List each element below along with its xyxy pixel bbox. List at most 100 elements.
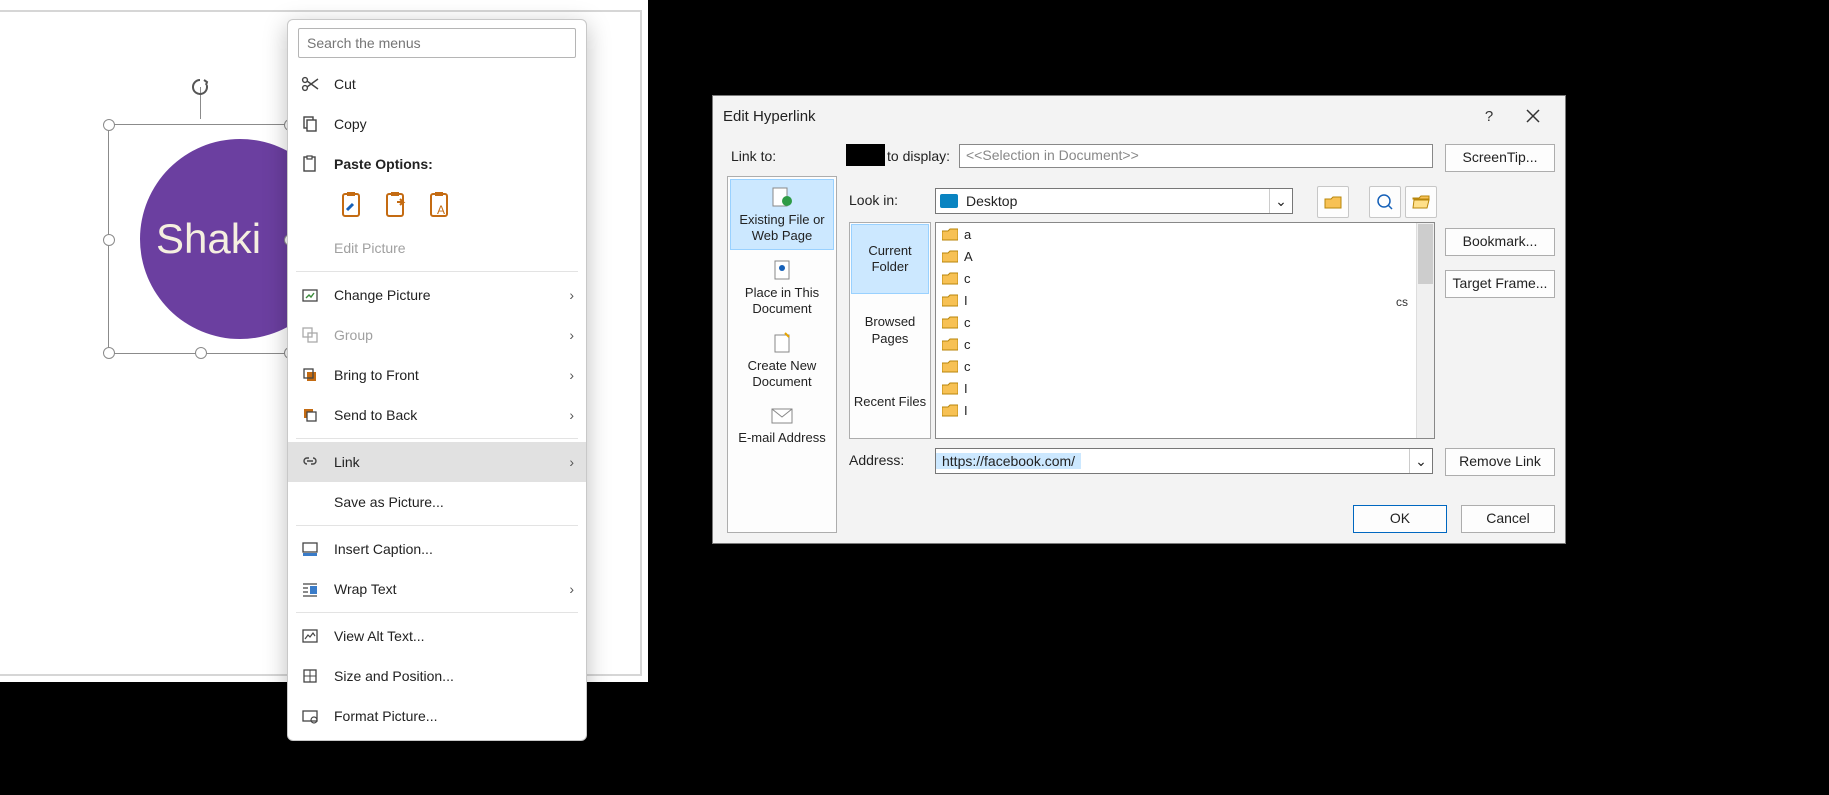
dialog-titlebar: Edit Hyperlink ? [713, 96, 1565, 136]
list-item[interactable]: I [936, 289, 1434, 311]
list-item[interactable]: a [936, 223, 1434, 245]
paste-merge-icon[interactable] [380, 191, 410, 221]
clipboard-icon [300, 154, 320, 174]
envelope-icon [770, 406, 794, 426]
address-input[interactable]: https://facebook.com/ ⌄ [935, 448, 1433, 474]
address-label: Address: [849, 452, 904, 468]
folder-icon [942, 294, 958, 307]
dialog-title: Edit Hyperlink [723, 108, 816, 125]
change-picture-icon [300, 285, 320, 305]
copy-icon [300, 114, 320, 134]
link-to-label: Link to: [731, 148, 776, 164]
close-button[interactable] [1511, 96, 1555, 136]
subtab-recent-files[interactable]: Recent Files [851, 367, 929, 437]
linkto-create-new[interactable]: Create New Document [730, 325, 834, 396]
menu-change-picture[interactable]: Change Picture › [288, 275, 586, 315]
browse-web-button[interactable] [1369, 186, 1401, 218]
browse-subtabs: Current Folder Browsed Pages Recent File… [849, 222, 931, 439]
menu-label: Wrap Text [334, 581, 555, 597]
context-menu: Cut Copy Paste Options: A Edit Picture C… [287, 19, 587, 741]
menu-size-position[interactable]: Size and Position... [288, 656, 586, 696]
resize-handle[interactable] [103, 347, 115, 359]
menu-view-alt-text[interactable]: View Alt Text... [288, 616, 586, 656]
subtab-current-folder[interactable]: Current Folder [851, 224, 929, 294]
blank-icon [300, 238, 320, 258]
menu-send-to-back[interactable]: Send to Back › [288, 395, 586, 435]
separator [296, 271, 578, 272]
link-to-panel: Existing File or Web Page Place in This … [727, 176, 837, 533]
chevron-down-icon[interactable]: ⌄ [1409, 449, 1432, 473]
list-item[interactable]: c [936, 311, 1434, 333]
rotate-handle-icon[interactable] [190, 77, 210, 97]
menu-label: Edit Picture [334, 240, 574, 256]
menu-label: Group [334, 327, 555, 343]
folder-up-icon [1324, 194, 1342, 210]
up-folder-button[interactable] [1317, 186, 1349, 218]
folder-icon [942, 250, 958, 263]
folder-icon [942, 338, 958, 351]
menu-wrap-text[interactable]: Wrap Text › [288, 569, 586, 609]
chevron-right-icon: › [569, 327, 574, 343]
file-list[interactable]: a A c I c c c I I cs [935, 222, 1435, 439]
alt-text-icon [300, 626, 320, 646]
menu-format-picture[interactable]: Format Picture... [288, 696, 586, 736]
scrollbar-thumb[interactable] [1418, 224, 1433, 284]
menu-insert-caption[interactable]: Insert Caption... [288, 529, 586, 569]
screentip-button[interactable]: ScreenTip... [1445, 144, 1555, 172]
menu-label: Copy [334, 116, 367, 132]
text-to-display-input[interactable]: <<Selection in Document>> [959, 144, 1433, 168]
list-item[interactable]: I [936, 377, 1434, 399]
folder-icon [942, 316, 958, 329]
scrollbar[interactable] [1416, 223, 1434, 438]
linkto-label: Existing File or Web Page [733, 212, 831, 243]
look-in-combo[interactable]: Desktop ⌄ [935, 188, 1293, 214]
overflow-text: cs [1396, 295, 1408, 309]
target-frame-button[interactable]: Target Frame... [1445, 270, 1555, 298]
redacted-block [846, 144, 885, 166]
browse-file-button[interactable] [1405, 186, 1437, 218]
scissors-icon [300, 74, 320, 94]
word-document-pane: Shaki Cut Copy Paste Options: [0, 0, 648, 682]
chevron-down-icon[interactable]: ⌄ [1269, 189, 1292, 213]
ok-button[interactable]: OK [1353, 505, 1447, 533]
list-item[interactable]: c [936, 333, 1434, 355]
bookmark-button[interactable]: Bookmark... [1445, 228, 1555, 256]
chevron-right-icon: › [569, 367, 574, 383]
menu-save-as-picture[interactable]: Save as Picture... [288, 482, 586, 522]
menu-bring-to-front[interactable]: Bring to Front › [288, 355, 586, 395]
menu-copy[interactable]: Copy [288, 104, 586, 144]
resize-handle[interactable] [103, 119, 115, 131]
help-button[interactable]: ? [1467, 96, 1511, 136]
paste-options-row: A [288, 184, 586, 228]
image-selection-box[interactable] [108, 124, 291, 354]
look-in-value: Desktop [966, 193, 1017, 209]
list-item[interactable]: I [936, 399, 1434, 421]
list-item[interactable]: c [936, 267, 1434, 289]
linkto-place-in-document[interactable]: Place in This Document [730, 252, 834, 323]
linkto-existing-file[interactable]: Existing File or Web Page [730, 179, 834, 250]
globe-search-icon [1376, 193, 1394, 211]
menu-label: Cut [334, 76, 356, 92]
resize-handle[interactable] [195, 347, 207, 359]
menu-label: View Alt Text... [334, 628, 574, 644]
subtab-browsed-pages[interactable]: Browsed Pages [851, 296, 929, 366]
wrap-text-icon [300, 579, 320, 599]
cancel-button[interactable]: Cancel [1461, 505, 1555, 533]
list-item[interactable]: A [936, 245, 1434, 267]
group-icon [300, 325, 320, 345]
size-icon [300, 666, 320, 686]
linkto-email[interactable]: E-mail Address [730, 399, 834, 453]
menu-link[interactable]: Link › [288, 442, 586, 482]
paste-picture-icon[interactable]: A [424, 191, 454, 221]
resize-handle[interactable] [103, 234, 115, 246]
svg-text:A: A [437, 203, 445, 217]
remove-link-button[interactable]: Remove Link [1445, 448, 1555, 476]
separator [296, 525, 578, 526]
menu-label: Link [334, 454, 555, 470]
list-item[interactable]: c [936, 355, 1434, 377]
menu-search-input[interactable] [298, 28, 576, 58]
edit-hyperlink-dialog: Edit Hyperlink ? Link to: to display: <<… [712, 95, 1566, 544]
menu-cut[interactable]: Cut [288, 64, 586, 104]
chevron-right-icon: › [569, 454, 574, 470]
paste-keep-source-icon[interactable] [336, 191, 366, 221]
